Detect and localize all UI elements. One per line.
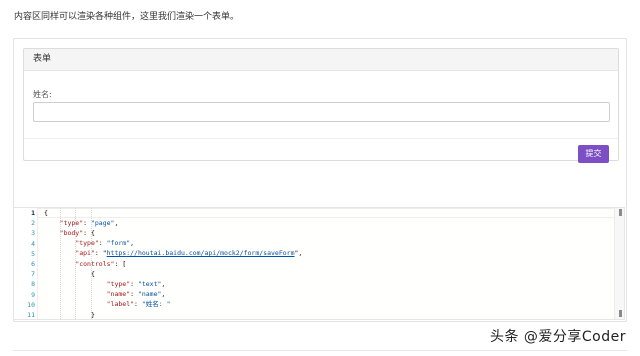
code-token: "controls" bbox=[75, 259, 115, 268]
code-line: { bbox=[44, 208, 48, 218]
code-line: "api": "https://houtai.baidu.com/api/moc… bbox=[44, 248, 302, 258]
code-token: "type" bbox=[106, 279, 131, 288]
code-line: "type": "form", bbox=[44, 238, 134, 248]
intro-text: 内容区同样可以渲染各种组件，这里我们渲染一个表单。 bbox=[14, 12, 240, 22]
code-token: "label" bbox=[106, 300, 135, 309]
submit-button[interactable]: 提交 bbox=[578, 145, 609, 163]
code-token: : [ bbox=[114, 259, 127, 268]
code-token: ", bbox=[294, 249, 303, 258]
code-line: "type": "text", bbox=[44, 279, 166, 289]
line-number: 1 bbox=[31, 209, 35, 217]
code-token: : bbox=[83, 218, 91, 227]
code-line: "type": "page", bbox=[44, 218, 119, 228]
code-content[interactable]: { "type": "page", "body": { "type": "for… bbox=[44, 208, 612, 319]
code-token: : bbox=[130, 279, 138, 288]
code-editor[interactable]: 1 2 3 4 5 6 7 8 9 10 11 { "type": "page", "body": … bbox=[13, 207, 625, 320]
code-line: "controls": [ bbox=[44, 259, 126, 269]
line-number: 11 bbox=[27, 311, 35, 319]
code-token: "type" bbox=[59, 218, 84, 227]
line-number: 3 bbox=[31, 229, 35, 238]
code-token: } bbox=[44, 310, 95, 319]
line-number: 7 bbox=[31, 270, 35, 279]
line-number: 10 bbox=[27, 300, 35, 309]
code-token: : { bbox=[83, 228, 95, 237]
bottom-divider bbox=[13, 350, 627, 351]
code-token: , bbox=[130, 239, 135, 248]
code-token: "name" bbox=[106, 290, 131, 299]
code-token: , bbox=[161, 290, 166, 299]
name-input[interactable] bbox=[33, 102, 610, 122]
line-number: 6 bbox=[31, 260, 35, 268]
line-number: 4 bbox=[31, 239, 35, 248]
code-token: "text" bbox=[137, 279, 162, 288]
code-token: "api" bbox=[75, 249, 95, 258]
code-token: "name" bbox=[137, 290, 162, 299]
code-token: : bbox=[98, 239, 107, 248]
code-token: "form" bbox=[106, 239, 131, 248]
line-number-gutter: 1 2 3 4 5 6 7 8 9 10 11 bbox=[14, 208, 38, 319]
code-token[interactable]: https://houtai.baidu.com/api/mock2/form/… bbox=[107, 249, 295, 257]
code-token: : " bbox=[94, 249, 107, 258]
code-token: { bbox=[44, 208, 48, 217]
code-token: { bbox=[44, 269, 95, 278]
form-footer-divider bbox=[24, 138, 618, 139]
code-token: "姓名: " bbox=[141, 300, 171, 309]
code-token: : bbox=[134, 300, 142, 309]
code-line: "name": "name", bbox=[44, 289, 166, 299]
code-line: "body": { bbox=[44, 228, 95, 238]
code-line: { bbox=[44, 269, 95, 279]
form-panel: 表单 姓名: 提交 bbox=[23, 48, 619, 163]
code-token: , bbox=[114, 218, 119, 227]
form-panel-title: 表单 bbox=[24, 49, 618, 71]
code-token: "type" bbox=[75, 239, 99, 248]
scroll-marker-top bbox=[619, 209, 622, 216]
code-token: : bbox=[130, 290, 138, 299]
vertical-scrollbar[interactable] bbox=[614, 208, 624, 319]
line-number: 5 bbox=[31, 249, 35, 258]
line-number: 2 bbox=[31, 219, 35, 228]
code-line: } bbox=[44, 310, 95, 320]
line-number: 8 bbox=[31, 280, 35, 289]
line-number: 9 bbox=[31, 290, 35, 299]
code-token: "body" bbox=[59, 228, 84, 237]
name-field-label: 姓名: bbox=[33, 90, 52, 99]
scroll-marker-bottom bbox=[619, 310, 622, 317]
watermark-text: 头条 @爱分享Coder bbox=[489, 329, 626, 345]
code-token: "page" bbox=[90, 218, 115, 227]
code-line: "label": "姓名: " bbox=[44, 299, 171, 309]
code-token: , bbox=[161, 279, 166, 288]
